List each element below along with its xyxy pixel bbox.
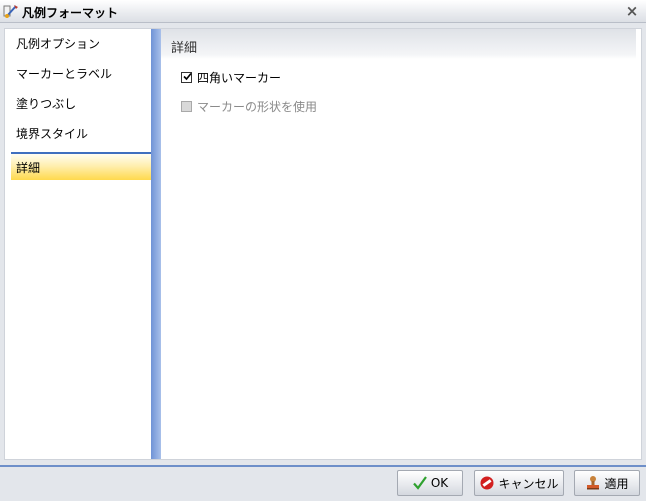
nav-item-border-style[interactable]: 境界スタイル bbox=[11, 120, 151, 148]
checkmark-icon bbox=[413, 476, 427, 490]
panel-splitter[interactable] bbox=[151, 29, 161, 459]
legend-format-dialog: 凡例フォーマット × 凡例オプション マーカーとラベル 塗りつぶし 境界スタイル… bbox=[0, 0, 646, 501]
ok-label: OK bbox=[430, 476, 449, 490]
close-icon[interactable]: × bbox=[624, 3, 640, 19]
dialog-body: 凡例オプション マーカーとラベル 塗りつぶし 境界スタイル 詳細 詳細 四角いマ… bbox=[4, 28, 642, 460]
use-marker-shape-checkbox bbox=[181, 100, 192, 112]
use-marker-shape-label: マーカーの形状を使用 bbox=[197, 99, 318, 114]
cancel-label: キャンセル bbox=[498, 476, 559, 491]
square-markers-checkbox[interactable] bbox=[181, 71, 192, 83]
nav-item-fill[interactable]: 塗りつぶし bbox=[11, 90, 151, 118]
nav-item-details[interactable]: 詳細 bbox=[11, 152, 151, 180]
footer-divider bbox=[0, 465, 646, 467]
nav-item-legend-options[interactable]: 凡例オプション bbox=[11, 30, 151, 58]
ok-button[interactable]: OK bbox=[397, 470, 463, 496]
panel-header: 詳細 bbox=[161, 29, 636, 59]
category-nav: 凡例オプション マーカーとラベル 塗りつぶし 境界スタイル 詳細 bbox=[5, 29, 151, 459]
cancel-button[interactable]: キャンセル bbox=[474, 470, 564, 496]
square-markers-label: 四角いマーカー bbox=[197, 70, 282, 85]
details-panel: 詳細 四角いマーカー マーカーの形状を使用 bbox=[161, 29, 636, 459]
window-title: 凡例フォーマット bbox=[22, 6, 119, 20]
checkmark-icon bbox=[183, 72, 192, 80]
panel-title: 詳細 bbox=[171, 41, 198, 56]
apply-button[interactable]: 適用 bbox=[574, 470, 640, 496]
title-bar: 凡例フォーマット × bbox=[0, 0, 646, 23]
stamp-icon bbox=[587, 476, 600, 490]
legend-format-icon bbox=[3, 3, 19, 19]
apply-label: 適用 bbox=[604, 476, 629, 491]
use-marker-shape-option: マーカーの形状を使用 bbox=[181, 97, 317, 115]
square-markers-option[interactable]: 四角いマーカー bbox=[181, 68, 281, 86]
nav-item-markers-and-labels[interactable]: マーカーとラベル bbox=[11, 60, 151, 88]
no-entry-icon bbox=[480, 476, 494, 490]
